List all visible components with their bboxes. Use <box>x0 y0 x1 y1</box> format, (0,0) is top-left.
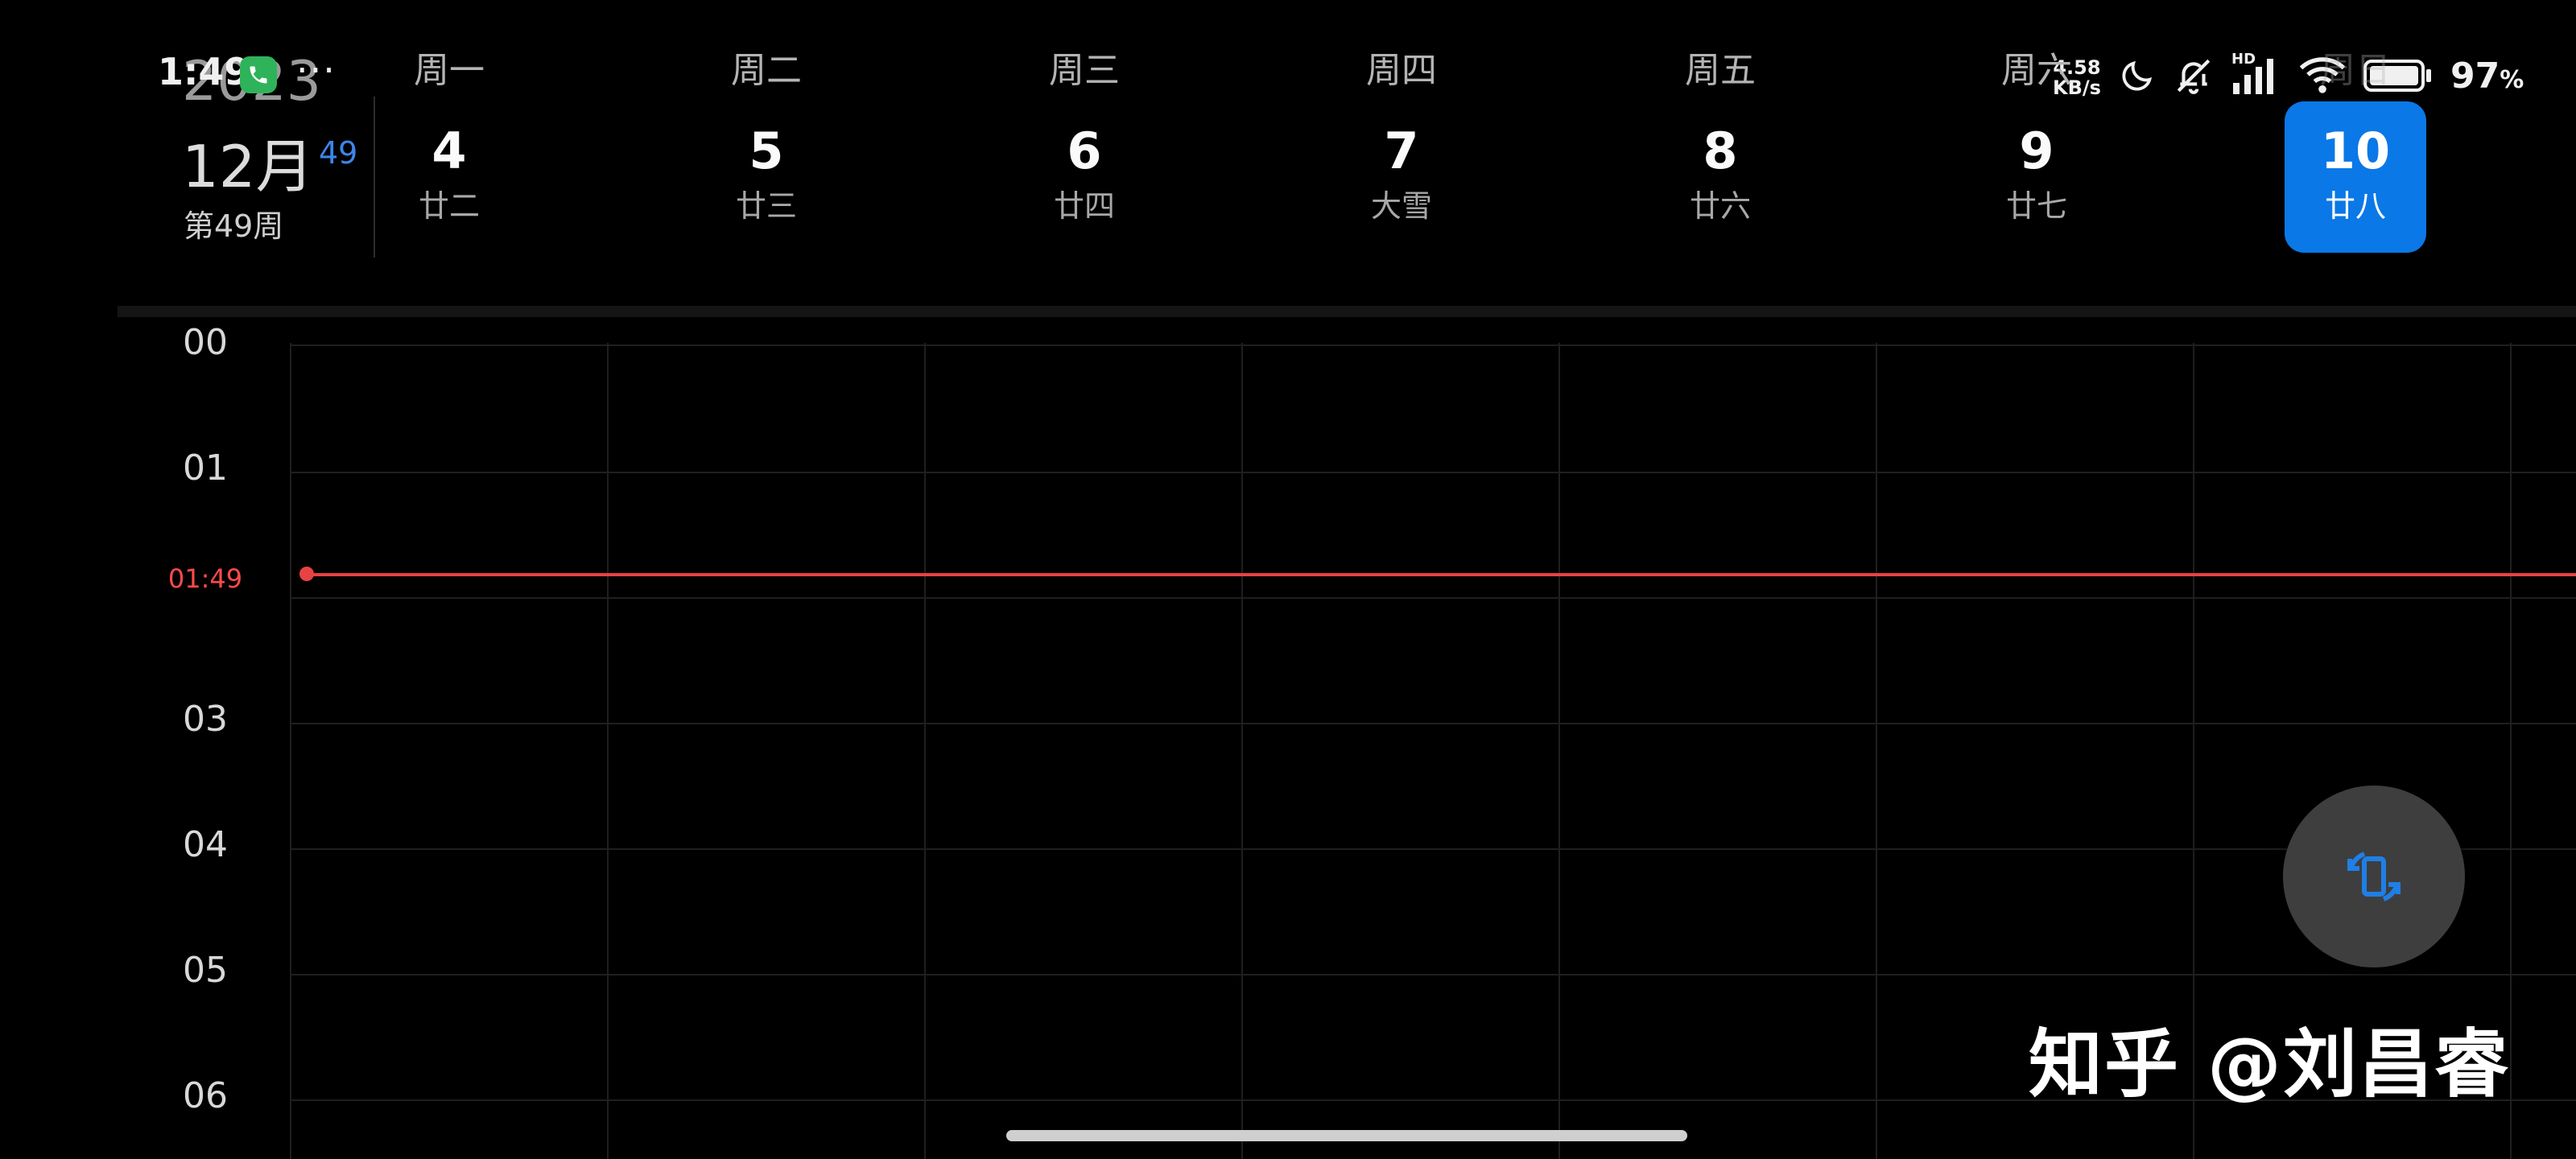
bell-off-icon <box>2177 59 2211 94</box>
day-column-sat[interactable]: 周六 9 廿七 <box>1964 48 2109 224</box>
hour-label: 03 <box>183 699 228 740</box>
rotate-screen-icon <box>2347 852 2401 901</box>
month-label[interactable]: 12月 <box>182 119 314 204</box>
grid-column-line <box>924 343 926 1159</box>
weekday-label: 周二 <box>731 50 802 91</box>
grid-column-line <box>607 343 609 1159</box>
hour-label: 06 <box>183 1075 228 1116</box>
date-number: 10 <box>2320 122 2391 180</box>
grid-hour-line <box>290 597 2576 599</box>
phone-icon <box>250 66 267 84</box>
date-number: 9 <box>2019 122 2054 180</box>
grid-column-line <box>2510 343 2512 1159</box>
hour-label: 01 <box>183 448 228 489</box>
header-separator <box>118 306 2576 317</box>
weekday-label: 周日 <box>2320 50 2391 91</box>
date-number: 5 <box>749 122 784 180</box>
weekday-label: 周六 <box>2001 50 2072 91</box>
weekday-label: 周五 <box>1685 50 1756 91</box>
lunar-date: 大雪 <box>1370 188 1432 224</box>
grid-hour-line <box>290 723 2576 724</box>
day-column-wed[interactable]: 周三 6 廿四 <box>1012 48 1157 224</box>
day-column-fri[interactable]: 周五 8 廿六 <box>1648 48 1793 224</box>
ongoing-call-indicator[interactable] <box>240 56 277 93</box>
signal-icon <box>2233 59 2273 94</box>
grid-column-line <box>290 343 291 1159</box>
lunar-date: 廿六 <box>1689 188 1751 224</box>
more-notifications-dots: ··· <box>296 48 336 92</box>
current-time-label: 01:49 <box>167 563 243 594</box>
day-column-thu[interactable]: 周四 7 大雪 <box>1329 48 1474 224</box>
date-number: 7 <box>1384 122 1419 180</box>
signal-group: HD <box>2231 51 2281 96</box>
current-time-line <box>306 573 2576 576</box>
week-number: 49 <box>319 135 358 171</box>
grid-column-line <box>1241 343 1243 1159</box>
hour-label: 04 <box>183 824 228 865</box>
header-divider <box>374 97 375 258</box>
date-number: 4 <box>431 122 467 180</box>
week-label: 第49周 <box>184 208 284 244</box>
watermark: 知乎 @刘昌睿 <box>2029 1021 2511 1107</box>
lunar-date: 廿七 <box>2005 188 2067 224</box>
weekday-label: 周一 <box>414 50 485 91</box>
weekday-label: 周三 <box>1049 50 1120 91</box>
weekday-label: 周四 <box>1366 50 1437 91</box>
lunar-date: 廿二 <box>418 188 480 224</box>
lunar-date: 廿三 <box>735 188 797 224</box>
grid-column-line <box>1876 343 1877 1159</box>
day-column-mon[interactable]: 周一 4 廿二 <box>377 48 522 224</box>
hour-label: 05 <box>183 950 228 991</box>
lunar-date: 廿四 <box>1053 188 1115 224</box>
status-time: 1:49 <box>158 50 250 93</box>
moon-icon <box>2122 60 2153 91</box>
day-column-sun-today[interactable]: 周日 10 廿八 <box>2283 48 2428 224</box>
date-number: 8 <box>1703 122 1738 180</box>
date-number: 6 <box>1067 122 1102 180</box>
lunar-date: 廿八 <box>2324 188 2386 224</box>
gesture-home-bar[interactable] <box>1006 1130 1687 1141</box>
grid-hour-line <box>290 848 2576 850</box>
battery-percentage: 97% <box>2450 55 2524 97</box>
day-column-tue[interactable]: 周二 5 廿三 <box>694 48 839 224</box>
grid-hour-line <box>290 472 2576 473</box>
rotate-screen-button[interactable] <box>2283 786 2465 967</box>
hour-label: 00 <box>183 322 228 363</box>
grid-hour-line <box>290 974 2576 975</box>
current-time-dot <box>299 567 314 581</box>
grid-hour-line <box>290 344 2576 346</box>
grid-column-line <box>1558 343 1560 1159</box>
